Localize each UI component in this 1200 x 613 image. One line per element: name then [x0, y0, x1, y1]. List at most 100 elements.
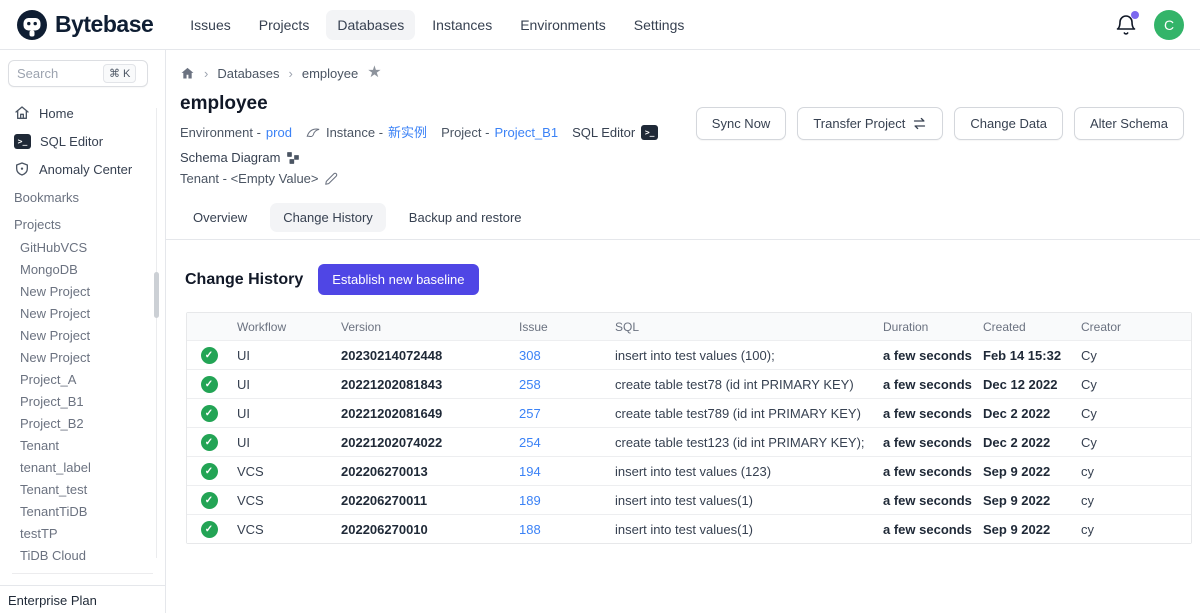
cell-version: 202206270010: [335, 522, 513, 537]
cell-duration: a few seconds: [877, 377, 977, 392]
cell-sql: insert into test values (123): [609, 464, 877, 479]
table-row[interactable]: ✓ UI 20221202081649 257 create table tes…: [187, 398, 1191, 427]
sidebar-project-item[interactable]: Tenant: [8, 435, 157, 457]
tab-overview[interactable]: Overview: [180, 203, 260, 232]
sidebar-project-item[interactable]: Project_B2: [8, 413, 157, 435]
alter-schema-button[interactable]: Alter Schema: [1074, 107, 1184, 140]
notification-dot: [1131, 11, 1139, 19]
table-row[interactable]: ✓ UI 20230214072448 308 insert into test…: [187, 340, 1191, 369]
table-row[interactable]: ✓ VCS 202206270011 189 insert into test …: [187, 485, 1191, 514]
sidebar-project-item[interactable]: New Project: [8, 303, 157, 325]
success-check-icon: ✓: [201, 405, 218, 422]
cell-sql: create table test123 (id int PRIMARY KEY…: [609, 435, 877, 450]
breadcrumb-databases[interactable]: Databases: [217, 66, 279, 81]
bytebase-logo[interactable]: Bytebase: [16, 9, 153, 41]
meta-environment: Environment - prod: [180, 122, 292, 143]
sidebar-project-item[interactable]: TenantTiDB: [8, 501, 157, 523]
cell-version: 20230214072448: [335, 348, 513, 363]
cell-version: 20221202081843: [335, 377, 513, 392]
change-history-section-header: Change History Establish new baseline: [180, 264, 1200, 295]
breadcrumb-separator: ›: [289, 66, 293, 81]
breadcrumb-employee[interactable]: employee: [302, 66, 358, 81]
cell-created: Dec 2 2022: [977, 406, 1075, 421]
col-sql: SQL: [609, 320, 877, 334]
bytebase-logo-icon: [16, 9, 48, 41]
sidebar-project-item[interactable]: New Project: [8, 281, 157, 303]
sidebar-project-item[interactable]: GitHubVCS: [8, 237, 157, 259]
tab-change-history[interactable]: Change History: [270, 203, 386, 232]
nav-instances[interactable]: Instances: [421, 10, 503, 40]
sidebar-project-item[interactable]: testTP: [8, 523, 157, 545]
change-data-button[interactable]: Change Data: [954, 107, 1063, 140]
issue-link[interactable]: 189: [519, 493, 541, 508]
notification-bell-icon[interactable]: [1114, 13, 1138, 37]
issue-link[interactable]: 188: [519, 522, 541, 537]
issue-link[interactable]: 308: [519, 348, 541, 363]
sidebar-project-item[interactable]: Project_A: [8, 369, 157, 391]
col-creator: Creator: [1075, 320, 1191, 334]
bookmark-star-icon[interactable]: ★: [367, 65, 381, 81]
establish-new-baseline-button[interactable]: Establish new baseline: [318, 264, 478, 295]
issue-link[interactable]: 258: [519, 377, 541, 392]
nav-environments[interactable]: Environments: [509, 10, 617, 40]
sidebar: ⌘ K Home >_ SQL Editor Anomaly Center: [0, 50, 166, 613]
sidebar-scrollbar-thumb[interactable]: [154, 272, 159, 318]
table-row[interactable]: ✓ UI 20221202081843 258 create table tes…: [187, 369, 1191, 398]
instance-label: Instance -: [326, 122, 383, 143]
nav-settings[interactable]: Settings: [623, 10, 696, 40]
sidebar-project-item[interactable]: New Project: [8, 347, 157, 369]
sidebar-scrollbar-track: [156, 108, 157, 558]
sidebar-project-item[interactable]: Tenant_test: [8, 479, 157, 501]
cell-sql: insert into test values (100);: [609, 348, 877, 363]
tab-bar: Overview Change History Backup and resto…: [180, 203, 1200, 232]
sidebar-project-item[interactable]: TiDB Cloud: [8, 545, 157, 567]
cell-workflow: UI: [231, 435, 335, 450]
col-issue: Issue: [513, 320, 609, 334]
issue-link[interactable]: 194: [519, 464, 541, 479]
sidebar-item-label: Home: [39, 106, 74, 121]
sidebar-project-item[interactable]: New Project: [8, 325, 157, 347]
nav-databases[interactable]: Databases: [326, 10, 415, 40]
tab-backup-and-restore[interactable]: Backup and restore: [396, 203, 535, 232]
cell-version: 202206270013: [335, 464, 513, 479]
cell-version: 20221202074022: [335, 435, 513, 450]
schema-diagram-link-label: Schema Diagram: [180, 147, 280, 168]
issue-link[interactable]: 257: [519, 406, 541, 421]
project-link[interactable]: Project_B1: [494, 122, 558, 143]
table-row[interactable]: ✓ UI 20221202074022 254 create table tes…: [187, 427, 1191, 456]
user-avatar[interactable]: C: [1154, 10, 1184, 40]
alter-schema-label: Alter Schema: [1090, 116, 1168, 131]
success-check-icon: ✓: [201, 521, 218, 538]
edit-pencil-icon[interactable]: [324, 172, 338, 186]
sql-editor-link[interactable]: SQL Editor >_: [572, 122, 658, 143]
transfer-project-button[interactable]: Transfer Project: [797, 107, 943, 140]
sidebar-item-anomaly-center[interactable]: Anomaly Center: [8, 155, 157, 183]
meta-instance: Instance - 新实例: [306, 122, 427, 143]
sidebar-item-home[interactable]: Home: [8, 99, 157, 127]
sidebar-project-item[interactable]: Project_B1: [8, 391, 157, 413]
sql-editor-link-label: SQL Editor: [572, 122, 635, 143]
sidebar-project-item[interactable]: MongoDB: [8, 259, 157, 281]
sidebar-section-bookmarks: Bookmarks: [8, 185, 157, 210]
cell-created: Dec 12 2022: [977, 377, 1075, 392]
issue-link[interactable]: 254: [519, 435, 541, 450]
table-row[interactable]: ✓ VCS 202206270013 194 insert into test …: [187, 456, 1191, 485]
col-created: Created: [977, 320, 1075, 334]
cell-created: Sep 9 2022: [977, 493, 1075, 508]
nav-issues[interactable]: Issues: [179, 10, 241, 40]
cell-created: Dec 2 2022: [977, 435, 1075, 450]
nav-projects[interactable]: Projects: [248, 10, 321, 40]
col-version: Version: [335, 320, 513, 334]
search-box[interactable]: ⌘ K: [8, 60, 148, 87]
sidebar-project-item[interactable]: tenant_label: [8, 457, 157, 479]
schema-diagram-link[interactable]: Schema Diagram: [180, 147, 300, 168]
breadcrumb-home-icon[interactable]: [180, 66, 195, 81]
sync-now-button[interactable]: Sync Now: [696, 107, 787, 140]
environment-link[interactable]: prod: [266, 122, 292, 143]
search-input[interactable]: [17, 66, 103, 81]
tab-divider: [166, 239, 1200, 240]
instance-link[interactable]: 新实例: [388, 122, 427, 143]
sidebar-item-sql-editor[interactable]: >_ SQL Editor: [8, 127, 157, 155]
table-row[interactable]: ✓ VCS 202206270010 188 insert into test …: [187, 514, 1191, 543]
breadcrumb-separator: ›: [204, 66, 208, 81]
